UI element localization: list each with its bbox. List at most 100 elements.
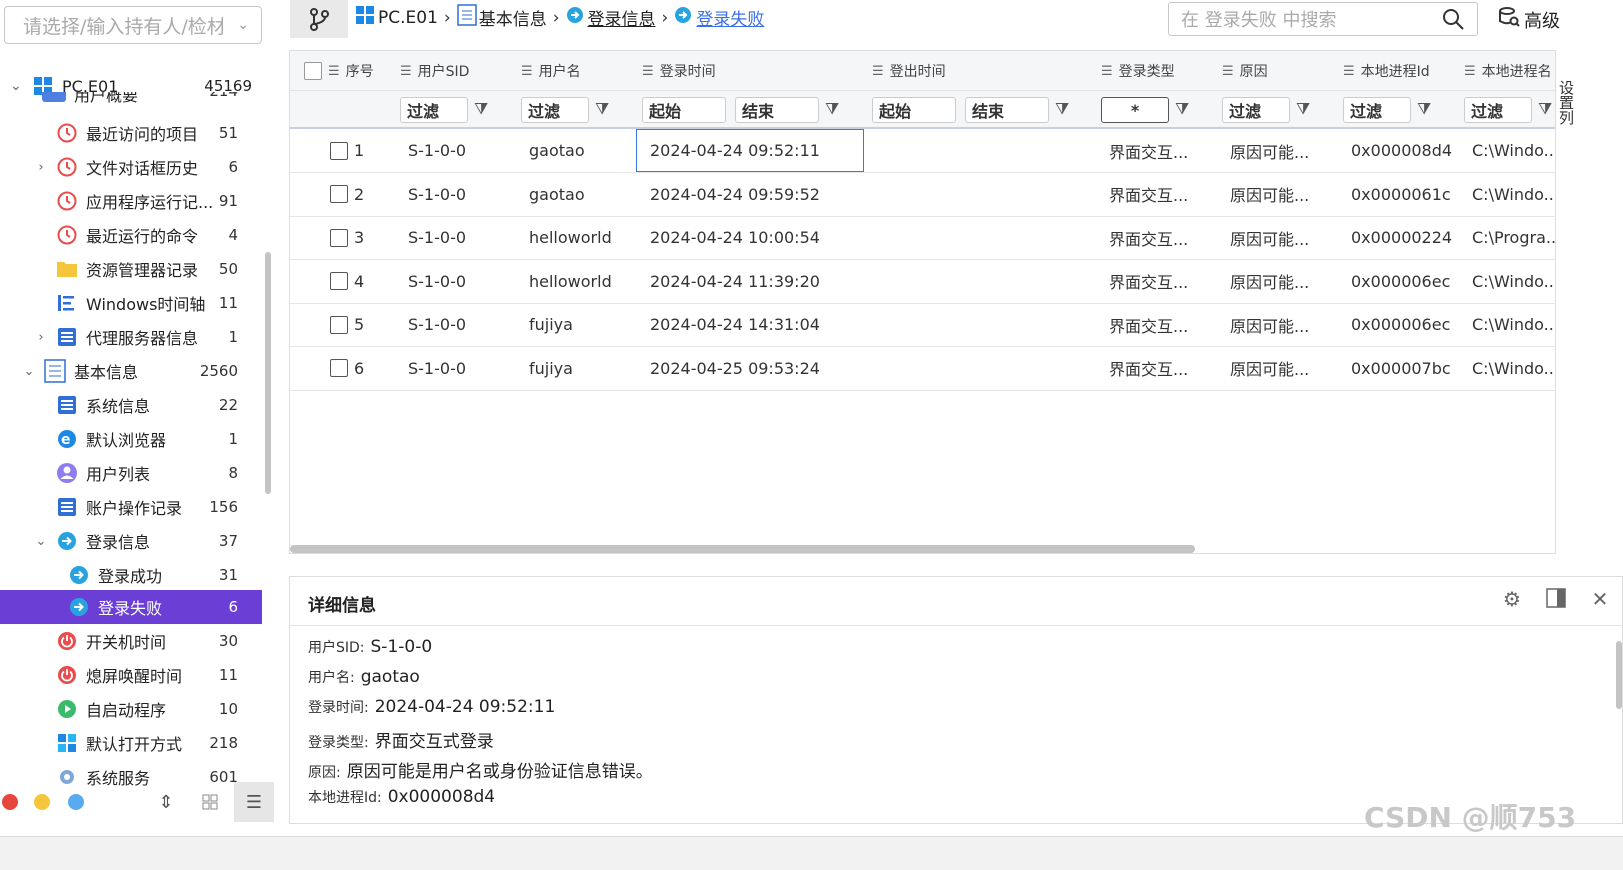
cell-login-time[interactable]: 2024-04-24 10:00:54 xyxy=(650,216,870,259)
yellow-tag-dot[interactable] xyxy=(34,794,50,810)
reason-filter-input[interactable]: 过滤 xyxy=(1222,97,1290,123)
cell-pname[interactable]: C:\Windo... xyxy=(1472,260,1555,303)
row-checkbox[interactable] xyxy=(330,228,348,247)
sidebar-item[interactable]: 熄屏唤醒时间 11 xyxy=(0,658,262,692)
detail-field-value[interactable]: S-1-0-0 xyxy=(371,637,433,657)
breadcrumb-root[interactable]: PC.E01 xyxy=(378,8,438,28)
sidebar-item[interactable]: 用户列表 8 xyxy=(0,456,262,490)
sidebar-item[interactable]: › 文件对话框历史 6 xyxy=(0,150,262,184)
cell-user[interactable]: helloworld xyxy=(529,260,639,303)
column-menu-icon[interactable]: ☰ xyxy=(521,64,533,79)
horizontal-scrollbar[interactable] xyxy=(290,545,1195,553)
table-row[interactable]: 6 S-1-0-0 fujiya 2024-04-25 09:53:24 界面交互...… xyxy=(290,347,1555,391)
chevron-right-icon[interactable]: › xyxy=(34,160,48,175)
cell-user[interactable]: fujiya xyxy=(529,347,639,390)
sid-filter-input[interactable]: 过滤 xyxy=(400,97,468,123)
cell-reason[interactable]: 原因可能... xyxy=(1230,260,1338,303)
cell-logout-time[interactable] xyxy=(880,303,1090,346)
sidebar-item[interactable]: ⌄ 基本信息 2560 xyxy=(0,354,262,388)
cell-sid[interactable]: S-1-0-0 xyxy=(408,216,518,259)
sidebar-item[interactable]: 登录失败 6 xyxy=(0,590,262,624)
breadcrumb-login-failed[interactable]: 登录失败 xyxy=(696,5,764,30)
cell-sid[interactable]: S-1-0-0 xyxy=(408,260,518,303)
cell-login-time[interactable]: 2024-04-25 09:53:24 xyxy=(650,347,870,390)
close-icon[interactable]: ✕ xyxy=(1578,587,1622,614)
column-settings-strip[interactable]: 设置列 xyxy=(1555,50,1575,554)
breadcrumb-login-info[interactable]: 登录信息 xyxy=(588,5,656,30)
cell-reason[interactable]: 原因可能... xyxy=(1230,173,1338,216)
cell-logout-time[interactable] xyxy=(880,129,1090,172)
cell-pid[interactable]: 0x000006ec xyxy=(1351,303,1459,346)
cell-logout-time[interactable] xyxy=(880,260,1090,303)
cell-user[interactable]: fujiya xyxy=(529,303,639,346)
column-header-login-time[interactable]: ☰ 登录时间 xyxy=(642,51,716,91)
column-header-logout-time[interactable]: ☰ 登出时间 xyxy=(872,51,946,91)
row-checkbox[interactable] xyxy=(330,185,348,203)
sidebar-item[interactable]: 最近运行的命令 4 xyxy=(0,218,262,252)
cell-user[interactable]: gaotao xyxy=(529,129,639,172)
column-header-login-type[interactable]: ☰ 登录类型 xyxy=(1101,51,1175,91)
collapse-all-icon[interactable]: ⇕ xyxy=(146,782,186,822)
cell-login-time[interactable]: 2024-04-24 14:31:04 xyxy=(650,303,870,346)
sidebar-item[interactable]: 最近访问的项目 51 xyxy=(0,116,262,150)
cell-pname[interactable]: C:\Windo... xyxy=(1472,129,1555,172)
detail-field-value[interactable]: gaotao xyxy=(361,667,420,687)
left-scrollbar[interactable] xyxy=(265,252,271,494)
search-icon[interactable] xyxy=(1441,7,1465,37)
row-checkbox[interactable] xyxy=(330,141,348,160)
search-input[interactable]: 在 登录失败 中搜索 xyxy=(1168,2,1478,36)
sidebar-item[interactable]: 自启动程序 10 xyxy=(0,692,262,726)
detail-field-value[interactable]: 界面交互式登录 xyxy=(375,727,494,752)
cell-pid[interactable]: 0x00000224 xyxy=(1351,216,1459,259)
filter-icon[interactable]: ⧩ xyxy=(1538,99,1552,119)
cell-pid[interactable]: 0x000007bc xyxy=(1351,347,1459,390)
cell-pname[interactable]: C:\Windo... xyxy=(1472,303,1555,346)
sidebar-item[interactable]: ⌄ 登录信息 37 xyxy=(0,524,262,558)
tree-item-partial[interactable]: 用户概要 214 xyxy=(0,92,262,108)
cell-pid[interactable]: 0x0000061c xyxy=(1351,173,1459,216)
cell-logout-time[interactable] xyxy=(880,347,1090,390)
select-all-checkbox[interactable] xyxy=(304,62,322,80)
column-header-reason[interactable]: ☰ 原因 xyxy=(1222,51,1268,91)
cell-sid[interactable]: S-1-0-0 xyxy=(408,173,518,216)
cell-login-time[interactable]: 2024-04-24 09:52:11 xyxy=(636,129,864,172)
filter-icon[interactable]: ⧩ xyxy=(1296,99,1310,119)
breadcrumb-basic-info[interactable]: 基本信息 xyxy=(479,5,547,30)
sidebar-item[interactable]: › 代理服务器信息 1 xyxy=(0,320,262,354)
sidebar-item[interactable]: 系统信息 22 xyxy=(0,388,262,422)
row-checkbox[interactable] xyxy=(330,359,348,377)
cell-login-time[interactable]: 2024-04-24 11:39:20 xyxy=(650,260,870,303)
detail-field-value[interactable]: 原因可能是用户名或身份验证信息错误。 xyxy=(347,757,653,782)
column-menu-icon[interactable]: ☰ xyxy=(1101,64,1113,79)
chevron-right-icon[interactable]: › xyxy=(34,330,48,345)
column-menu-icon[interactable]: ☰ xyxy=(1222,64,1234,79)
table-row[interactable]: 3 S-1-0-0 helloworld 2024-04-24 10:00:54 界面交… xyxy=(290,216,1555,260)
cell-reason[interactable]: 原因可能... xyxy=(1230,303,1338,346)
chevron-down-icon[interactable]: ⌄ xyxy=(34,534,48,549)
gear-icon[interactable]: ⚙ xyxy=(1490,587,1534,614)
cell-login-time[interactable]: 2024-04-24 09:59:52 xyxy=(650,173,870,216)
cell-login-type[interactable]: 界面交互... xyxy=(1109,347,1217,390)
cell-login-type[interactable]: 界面交互... xyxy=(1109,216,1217,259)
blue-tag-dot[interactable] xyxy=(68,794,84,810)
detail-field-value[interactable]: 0x000008d4 xyxy=(388,787,495,807)
filter-icon[interactable]: ⧩ xyxy=(595,99,609,119)
cell-reason[interactable]: 原因可能... xyxy=(1230,216,1338,259)
chevron-down-icon[interactable]: ⌄ xyxy=(22,364,36,379)
login-start-input[interactable]: 起始 xyxy=(642,97,726,123)
row-checkbox[interactable] xyxy=(330,272,348,290)
sidebar-item[interactable]: 账户操作记录 156 xyxy=(0,490,262,524)
cell-user[interactable]: gaotao xyxy=(529,173,639,216)
sidebar-item[interactable]: 开关机时间 30 xyxy=(0,624,262,658)
detail-field-value[interactable]: 2024-04-24 09:52:11 xyxy=(375,697,556,717)
cell-sid[interactable]: S-1-0-0 xyxy=(408,129,518,172)
logout-start-input[interactable]: 起始 xyxy=(872,97,956,123)
pid-filter-input[interactable]: 过滤 xyxy=(1343,97,1411,123)
sidebar-item[interactable]: 资源管理器记录 50 xyxy=(0,252,262,286)
column-header-sid[interactable]: ☰ 用户SID xyxy=(400,51,469,91)
column-menu-icon[interactable]: ☰ xyxy=(400,64,412,79)
list-view-icon[interactable]: ☰ xyxy=(234,782,274,822)
sidebar-item[interactable]: e 默认浏览器 1 xyxy=(0,422,262,456)
table-row[interactable]: 5 S-1-0-0 fujiya 2024-04-24 14:31:04 界面交互...… xyxy=(290,303,1555,347)
cell-login-type[interactable]: 界面交互... xyxy=(1109,129,1217,172)
